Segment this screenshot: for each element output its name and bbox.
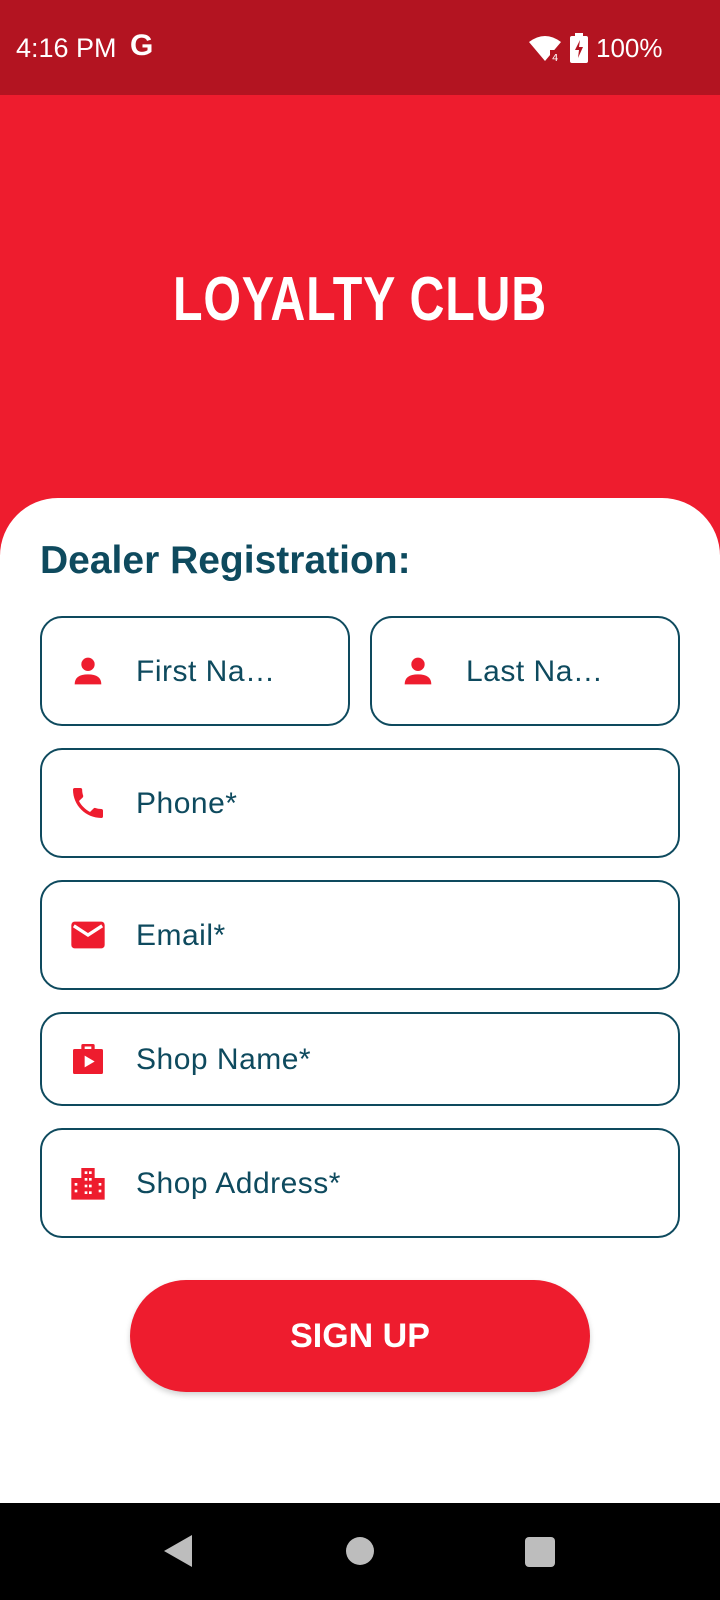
recent-apps-icon[interactable] — [525, 1537, 555, 1567]
form-title: Dealer Registration: — [40, 539, 411, 582]
app-title: LOYALTY CLUB — [173, 265, 547, 334]
navigation-bar — [0, 1503, 720, 1600]
building-icon — [71, 1168, 105, 1200]
last-name-placeholder: Last Na… — [466, 655, 604, 688]
battery-percentage: 100% — [596, 33, 663, 63]
first-name-placeholder: First Na… — [136, 655, 276, 688]
phone-icon — [73, 788, 103, 818]
svg-text:4: 4 — [552, 53, 558, 62]
home-icon[interactable] — [346, 1537, 374, 1565]
phone-field[interactable]: Phone* — [40, 748, 680, 858]
status-time: 4:16 PM — [16, 33, 117, 63]
email-field[interactable]: Email* — [40, 880, 680, 990]
email-placeholder: Email* — [136, 919, 226, 952]
last-name-field[interactable]: Last Na… — [370, 616, 680, 726]
wifi-icon: 4 — [529, 36, 562, 62]
registration-screen: 4:16 PM G 4 100% LOYALTY CLUB Dealer Reg… — [0, 0, 720, 1600]
shop-name-field[interactable]: Shop Name* — [40, 1012, 680, 1106]
back-icon[interactable] — [162, 1533, 194, 1569]
sign-up-button[interactable]: SIGN UP — [130, 1280, 590, 1392]
shop-address-placeholder: Shop Address* — [136, 1167, 341, 1200]
person-icon — [74, 657, 102, 685]
person-icon — [404, 657, 432, 685]
google-icon: G — [130, 29, 154, 62]
registration-card: Dealer Registration: First Na… Last Na… … — [0, 498, 720, 1503]
mail-icon — [71, 921, 105, 949]
battery-icon — [570, 33, 588, 63]
shop-bag-icon — [73, 1044, 103, 1074]
first-name-field[interactable]: First Na… — [40, 616, 350, 726]
header-banner: LOYALTY CLUB — [0, 95, 720, 555]
status-bar: 4:16 PM G 4 100% — [0, 0, 720, 95]
shop-address-field[interactable]: Shop Address* — [40, 1128, 680, 1238]
shop-name-placeholder: Shop Name* — [136, 1043, 312, 1076]
phone-placeholder: Phone* — [136, 787, 238, 820]
